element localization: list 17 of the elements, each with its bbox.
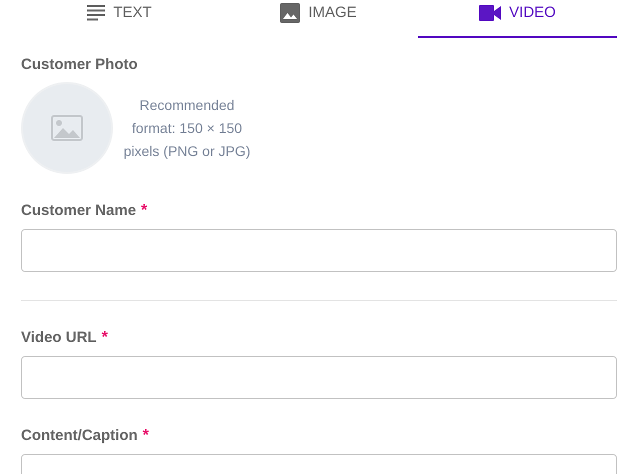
image-placeholder-icon [51,115,83,141]
format-hint: Recommended format: 150 × 150 pixels (PNG or JPG) [122,96,252,161]
field-label: Video URL [21,329,97,346]
field-label: Content/Caption [21,427,138,444]
text-lines-icon [87,4,106,20]
tab[interactable]: VIDEO [418,0,617,38]
image-icon [280,2,300,22]
field-label: Customer Name [21,202,136,219]
input-field[interactable] [21,229,617,272]
tab[interactable]: IMAGE [219,0,418,38]
field-label: Customer Photo [21,56,139,73]
required-asterisk: * [142,427,149,445]
video-camera-icon [479,4,502,20]
required-asterisk: * [141,202,148,220]
required-asterisk: * [102,329,108,347]
input-field[interactable] [21,356,617,399]
tab[interactable]: TEXT [20,0,219,38]
